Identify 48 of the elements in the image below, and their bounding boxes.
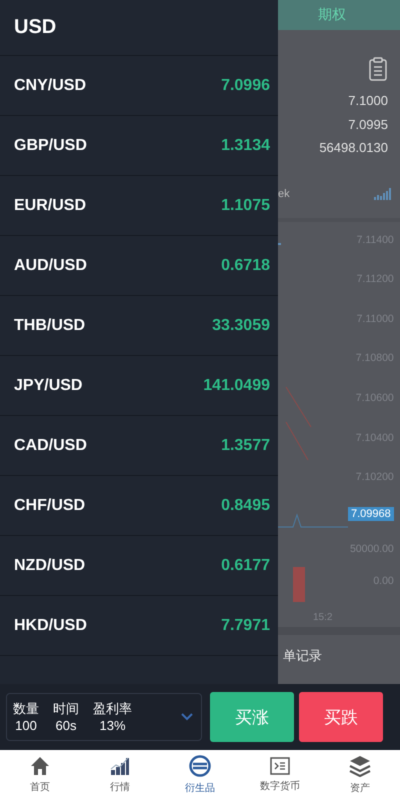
layers-icon	[349, 755, 371, 777]
bar-chart-icon	[110, 756, 130, 776]
field-value: 60s	[56, 717, 76, 734]
nav-tab[interactable]: 资产	[320, 750, 400, 800]
pair-price: 0.6177	[221, 556, 270, 574]
pair-price: 1.3577	[221, 436, 270, 454]
price-value: 7.0995	[348, 116, 388, 134]
pair-price: 33.3059	[212, 316, 270, 334]
home-icon	[30, 756, 50, 776]
pair-name: NZD/USD	[14, 556, 86, 574]
field-label: 盈利率	[93, 700, 132, 717]
pair-price: 7.7971	[221, 616, 270, 634]
period-label[interactable]: ek	[278, 188, 290, 200]
pair-price: 1.1075	[221, 196, 270, 214]
pair-name: THB/USD	[14, 316, 86, 334]
pair-name: EUR/USD	[14, 196, 86, 214]
pair-name: JPY/USD	[14, 376, 82, 394]
pair-price: 0.6718	[221, 256, 270, 274]
buy-down-button[interactable]: 买跌	[299, 692, 383, 742]
terminal-icon	[270, 757, 290, 775]
price-value: 7.1000	[348, 92, 388, 110]
pair-name: CAD/USD	[14, 436, 87, 454]
field-label: 数量	[13, 700, 39, 717]
pair-name: GBP/USD	[14, 136, 87, 154]
pair-name: CNY/USD	[14, 76, 86, 94]
section-title: 单记录	[283, 648, 322, 662]
chevron-down-icon[interactable]	[181, 713, 193, 721]
field-value: 100	[15, 717, 37, 734]
bar-chart-icon[interactable]	[374, 186, 392, 200]
pair-price: 0.8495	[221, 496, 270, 514]
price-value: 56498.0130	[319, 139, 388, 157]
pair-name: CHF/USD	[14, 496, 86, 514]
order-settings[interactable]: 数量 100 时间 60s 盈利率 13%	[6, 693, 202, 741]
nav-tab[interactable]: 衍生品	[160, 750, 240, 800]
nav-tab[interactable]: 行情	[80, 750, 160, 800]
pair-price: 7.0996	[221, 76, 270, 94]
exchange-icon	[189, 755, 211, 777]
drawer-title: USD	[14, 16, 56, 39]
pair-name: HKD/USD	[14, 616, 87, 634]
field-value: 13%	[99, 717, 126, 734]
pair-price: 1.3134	[221, 136, 270, 154]
pair-name: AUD/USD	[14, 256, 87, 274]
nav-tab[interactable]: 数字货币	[240, 750, 320, 800]
price-tag: 7.09968	[348, 507, 394, 522]
pair-price: 141.0499	[203, 376, 270, 394]
clipboard-icon[interactable]	[369, 57, 387, 81]
field-label: 时间	[53, 700, 79, 717]
nav-tab[interactable]: 首页	[0, 750, 80, 800]
